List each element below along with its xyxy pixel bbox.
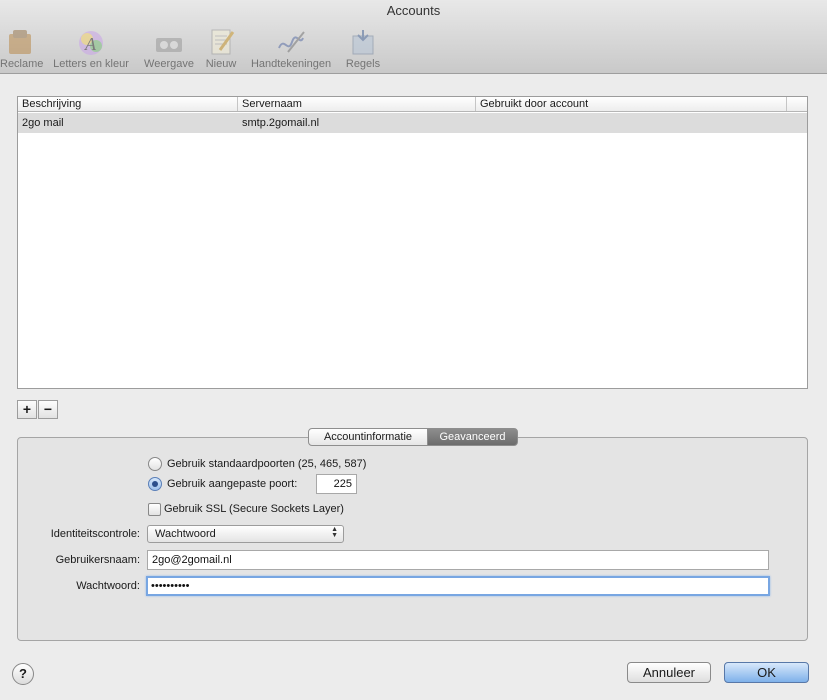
select-arrows-icon: ▲ ▼	[331, 526, 338, 539]
toolbar-reclame[interactable]: Reclame	[0, 28, 43, 72]
default-ports-label: Gebruik standaardpoorten (25, 465, 587)	[167, 458, 367, 470]
custom-port-field[interactable]: 225	[316, 474, 357, 494]
password-field[interactable]: ••••••••••	[146, 576, 770, 596]
cancel-button[interactable]: Annuleer	[627, 662, 711, 683]
smtp-server-table[interactable]: Beschrijving Servernaam Gebruikt door ac…	[17, 96, 808, 389]
column-header-gebruikt-door-account[interactable]: Gebruikt door account	[476, 97, 787, 111]
username-field[interactable]: 2go@2gomail.nl	[147, 550, 769, 570]
rules-icon	[348, 28, 378, 56]
cell-account	[476, 113, 787, 133]
cell-beschrijving: 2go mail	[22, 117, 64, 129]
column-header-servernaam[interactable]: Servernaam	[238, 97, 476, 111]
ssl-label: Gebruik SSL (Secure Sockets Layer)	[164, 503, 344, 515]
remove-server-button[interactable]: −	[38, 400, 58, 419]
window-toolbar: Accounts Reclame A Letters en kleur Weer…	[0, 0, 827, 74]
password-label: Wachtwoord:	[76, 580, 140, 592]
help-button[interactable]: ?	[12, 663, 34, 685]
toolbar-nieuw[interactable]: Nieuw	[202, 28, 240, 72]
ssl-checkbox[interactable]	[148, 503, 161, 516]
smtp-server-sheet: Beschrijving Servernaam Gebruikt door ac…	[0, 75, 827, 700]
window-title: Accounts	[386, 3, 441, 18]
viewing-icon	[154, 28, 184, 56]
cell-servernaam: smtp.2gomail.nl	[242, 117, 320, 129]
fonts-colors-icon: A	[76, 28, 106, 56]
new-icon	[206, 28, 236, 56]
svg-text:A: A	[84, 34, 97, 54]
default-ports-radio[interactable]	[148, 457, 162, 471]
auth-select-value: Wachtwoord	[155, 528, 216, 540]
signature-icon	[276, 28, 306, 56]
auth-label: Identiteitscontrole:	[50, 528, 140, 540]
toolbar-handtekeningen[interactable]: Handtekeningen	[246, 28, 336, 72]
auth-select[interactable]: Wachtwoord ▲ ▼	[147, 525, 344, 543]
tab-accountinformatie[interactable]: Accountinformatie	[308, 428, 428, 446]
tab-geavanceerd[interactable]: Geavanceerd	[427, 428, 518, 446]
toolbar-letters-en-kleur[interactable]: A Letters en kleur	[48, 28, 134, 72]
ok-button[interactable]: OK	[724, 662, 809, 683]
ad-icon	[5, 28, 35, 56]
table-header: Beschrijving Servernaam Gebruikt door ac…	[18, 97, 807, 112]
table-row[interactable]: 2go mail smtp.2gomail.nl	[18, 113, 807, 133]
custom-port-label: Gebruik aangepaste poort:	[167, 478, 298, 490]
custom-port-radio[interactable]	[148, 477, 162, 491]
add-server-button[interactable]: +	[17, 400, 37, 419]
username-label: Gebruikersnaam:	[55, 554, 140, 566]
toolbar-weergave[interactable]: Weergave	[142, 28, 196, 72]
toolbar-regels[interactable]: Regels	[342, 28, 384, 72]
column-header-beschrijving[interactable]: Beschrijving	[18, 97, 238, 111]
